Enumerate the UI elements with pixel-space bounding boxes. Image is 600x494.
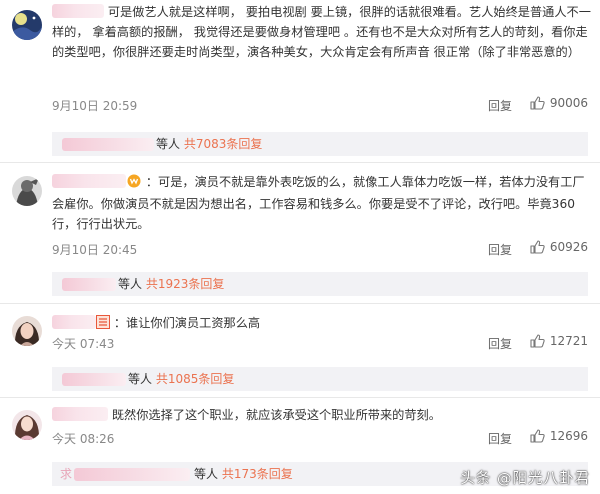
- reply-users-blurred: [62, 278, 116, 291]
- reply-count-link[interactable]: 共173条回复: [222, 467, 293, 481]
- reply-users-blurred: [62, 373, 126, 386]
- reply-suffix: 等人: [156, 137, 181, 151]
- timestamp: 9月10日 20:45: [52, 243, 138, 257]
- comment-meta: 9月10日 20:59 回复 90006: [52, 96, 592, 117]
- username-blurred[interactable]: [52, 407, 108, 421]
- watermark: 头条 @阳光八卦君: [460, 471, 590, 487]
- divider: [0, 397, 600, 398]
- reply-count-link[interactable]: 共1923条回复: [146, 277, 225, 291]
- reply-users-blurred: [62, 138, 154, 151]
- like-button[interactable]: 60926: [530, 240, 588, 254]
- timestamp: 今天 08:26: [52, 432, 115, 446]
- reply-users-blurred: [74, 468, 190, 481]
- reply-count-link[interactable]: 共7083条回复: [184, 137, 263, 151]
- comment-meta: 9月10日 20:45 回复 60926: [52, 240, 592, 261]
- flag-badge-icon: [96, 315, 110, 335]
- thumbs-up-icon: [530, 429, 545, 443]
- like-count: 12696: [549, 429, 588, 443]
- comment-text: ：可是，演员不就是靠外表吃饭的么，就像工人靠体力吃饭一样，若体力没有工厂会雇你。…: [52, 174, 585, 231]
- reply-suffix: 等人: [118, 277, 143, 291]
- comment-text: 可是做艺人就是这样啊， 要拍电视剧 要上镜，很胖的话就很难看。艺人始终是普通人不…: [52, 4, 591, 59]
- divider: [0, 162, 600, 163]
- like-count: 90006: [549, 96, 588, 110]
- like-button[interactable]: 12721: [530, 334, 588, 348]
- reply-prefix: 求: [60, 467, 73, 481]
- thumbs-up-icon: [530, 334, 545, 348]
- reply-button[interactable]: 回复: [488, 430, 512, 447]
- reply-summary[interactable]: 等人 共1923条回复: [52, 272, 588, 296]
- reply-count-link[interactable]: 共1085条回复: [156, 372, 235, 386]
- like-button[interactable]: 12696: [530, 429, 588, 443]
- reply-button[interactable]: 回复: [488, 241, 512, 258]
- username-blurred[interactable]: [52, 315, 96, 329]
- reply-suffix: 等人: [128, 372, 153, 386]
- avatar[interactable]: [12, 176, 42, 206]
- thumbs-up-icon: [530, 96, 545, 110]
- comment-meta: 今天 08:26 回复 12696: [52, 429, 592, 450]
- username-blurred[interactable]: [52, 4, 104, 18]
- like-button[interactable]: 90006: [530, 96, 588, 110]
- timestamp: 今天 07:43: [52, 337, 115, 351]
- avatar[interactable]: [12, 410, 42, 440]
- like-count: 12721: [549, 334, 588, 348]
- comment-meta: 今天 07:43 回复 12721: [52, 334, 592, 355]
- avatar[interactable]: [12, 316, 42, 346]
- timestamp: 9月10日 20:59: [52, 99, 138, 113]
- reply-summary[interactable]: 等人 共7083条回复: [52, 132, 588, 156]
- avatar[interactable]: [12, 10, 42, 40]
- thumbs-up-icon: [530, 240, 545, 254]
- comment-text: 既然你选择了这个职业，就应该承受这个职业所带来的苛刻。: [52, 405, 592, 425]
- reply-summary[interactable]: 等人 共1085条回复: [52, 367, 588, 391]
- reply-button[interactable]: 回复: [488, 97, 512, 114]
- divider: [0, 303, 600, 304]
- username-blurred[interactable]: [52, 174, 126, 188]
- vip-badge-icon: [126, 174, 142, 194]
- reply-suffix: 等人: [194, 467, 219, 481]
- like-count: 60926: [549, 240, 588, 254]
- comment-text: ：谁让你们演员工资那么高: [52, 313, 592, 335]
- reply-button[interactable]: 回复: [488, 335, 512, 352]
